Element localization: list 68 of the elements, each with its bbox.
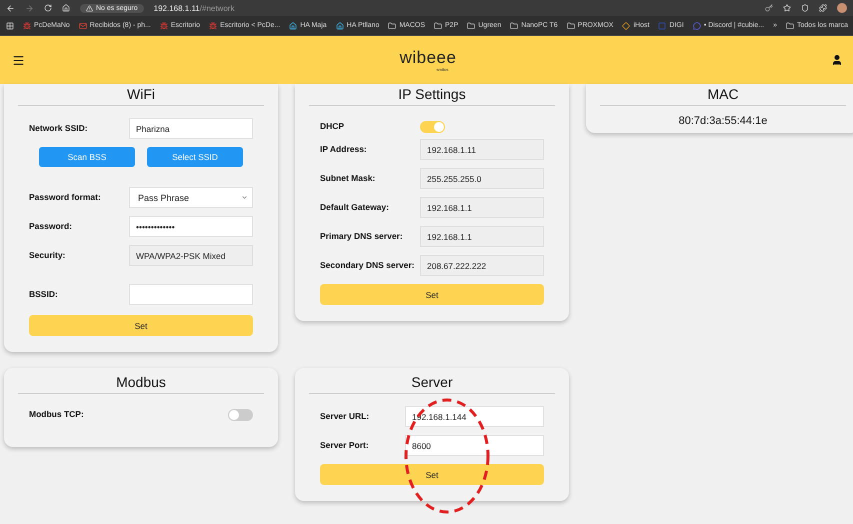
bug-icon xyxy=(209,22,218,30)
shield-icon[interactable] xyxy=(801,4,809,12)
square-icon xyxy=(658,22,666,30)
puzzle-icon[interactable] xyxy=(819,4,827,12)
field-label: Server Port: xyxy=(320,439,369,450)
field-label: Password: xyxy=(29,220,72,231)
chat-icon xyxy=(692,22,701,30)
field-label: Subnet Mask: xyxy=(320,172,376,183)
field-label: Secondary DNS server: xyxy=(320,259,414,270)
menu-icon[interactable] xyxy=(12,54,25,66)
toggle-switch[interactable] xyxy=(228,409,253,421)
folder-icon xyxy=(510,22,518,30)
input-field[interactable]: 208.67.222.222 xyxy=(420,255,544,276)
home-icon[interactable] xyxy=(62,4,70,12)
field-label: Password format: xyxy=(29,191,101,202)
key-icon[interactable] xyxy=(765,4,773,12)
avatar[interactable] xyxy=(837,3,847,13)
set-button[interactable]: Set xyxy=(320,284,544,305)
set-button[interactable]: Set xyxy=(320,464,544,485)
back-icon[interactable] xyxy=(6,4,15,12)
diamond-icon xyxy=(622,22,630,30)
address-bar[interactable]: 192.168.1.11/#network xyxy=(154,4,755,12)
dropdown[interactable]: Pass Phrase xyxy=(129,187,253,208)
field-label: IP Address: xyxy=(320,143,367,154)
set-button[interactable]: Set xyxy=(29,315,253,336)
field-label: Default Gateway: xyxy=(320,201,389,212)
star-icon[interactable] xyxy=(783,4,791,12)
field-label: Modbus TCP: xyxy=(29,408,84,419)
card-title: Modbus xyxy=(18,372,264,394)
card-title: Server xyxy=(309,372,555,394)
folder-icon xyxy=(467,22,476,30)
bug-icon xyxy=(160,22,168,30)
input-field[interactable]: Pharizna xyxy=(129,118,253,139)
mac-address: 80:7d:3a:55:44:1e xyxy=(678,115,768,127)
warning-icon xyxy=(86,4,93,12)
field-label: Security: xyxy=(29,249,66,260)
folder-icon xyxy=(566,22,575,30)
bug-icon xyxy=(23,22,31,30)
mail-icon xyxy=(78,22,87,30)
chevron-icon xyxy=(241,194,248,201)
house-icon xyxy=(289,22,298,30)
folder-icon xyxy=(434,22,442,30)
input-field[interactable]: 192.168.1.1 xyxy=(420,197,544,218)
folder-icon xyxy=(786,22,794,30)
field-label: Network SSID: xyxy=(29,122,88,133)
input-field[interactable]: 192.168.1.1 xyxy=(420,226,544,247)
input-field[interactable]: 8600 xyxy=(405,435,544,456)
user-icon[interactable] xyxy=(831,54,843,66)
input-field[interactable]: ••••••••••••• xyxy=(129,216,253,237)
field-label: Primary DNS server: xyxy=(320,230,403,241)
logo-text: wibeee xyxy=(400,48,456,66)
field-label: Server URL: xyxy=(320,410,370,421)
input-field[interactable]: WPA/WPA2-PSK Mixed xyxy=(129,245,253,266)
input-field[interactable]: 192.168.1.144 xyxy=(405,406,544,427)
input-field[interactable]: 192.168.1.11 xyxy=(420,139,544,160)
card-title: IP Settings xyxy=(309,84,555,106)
input-field[interactable]: 255.255.255.0 xyxy=(420,168,544,189)
field-label: DHCP xyxy=(320,120,344,131)
reload-icon[interactable] xyxy=(44,4,52,12)
house-icon xyxy=(336,22,344,30)
field-label: BSSID: xyxy=(29,288,58,299)
apps-icon[interactable] xyxy=(6,22,14,30)
card-title: WiFi xyxy=(18,84,264,106)
toggle-switch[interactable] xyxy=(420,121,445,133)
forward-icon[interactable] xyxy=(25,4,34,12)
card-title: MAC xyxy=(600,84,846,106)
input-field[interactable] xyxy=(129,284,253,305)
folder-icon xyxy=(388,22,396,30)
